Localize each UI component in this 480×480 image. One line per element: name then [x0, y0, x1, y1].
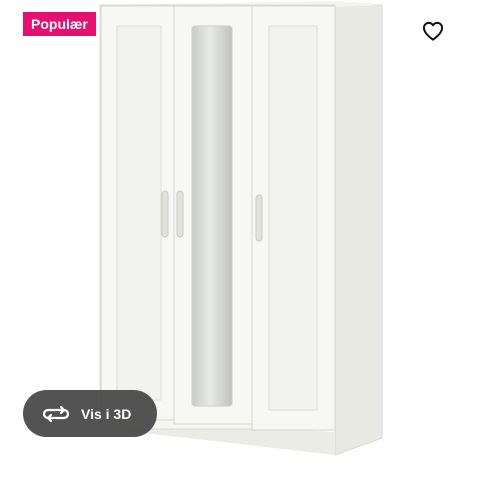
rotate-3d-icon	[43, 404, 69, 424]
wardrobe-right-door	[251, 5, 336, 431]
favorite-button[interactable]	[418, 18, 448, 48]
view-in-3d-label: Vis i 3D	[81, 405, 132, 422]
heart-outline-icon	[422, 21, 444, 46]
mirror	[191, 25, 233, 407]
popular-badge: Populær	[23, 12, 96, 36]
wardrobe-side-panel	[334, 1, 383, 456]
door-handle-mirror	[176, 190, 184, 238]
door-handle-right	[255, 194, 263, 242]
wardrobe-mirror-door	[173, 5, 253, 425]
view-in-3d-button[interactable]: Vis i 3D	[23, 390, 157, 437]
product-card: Populær Vis i 3D	[0, 0, 480, 480]
door-handle-left	[161, 190, 169, 238]
